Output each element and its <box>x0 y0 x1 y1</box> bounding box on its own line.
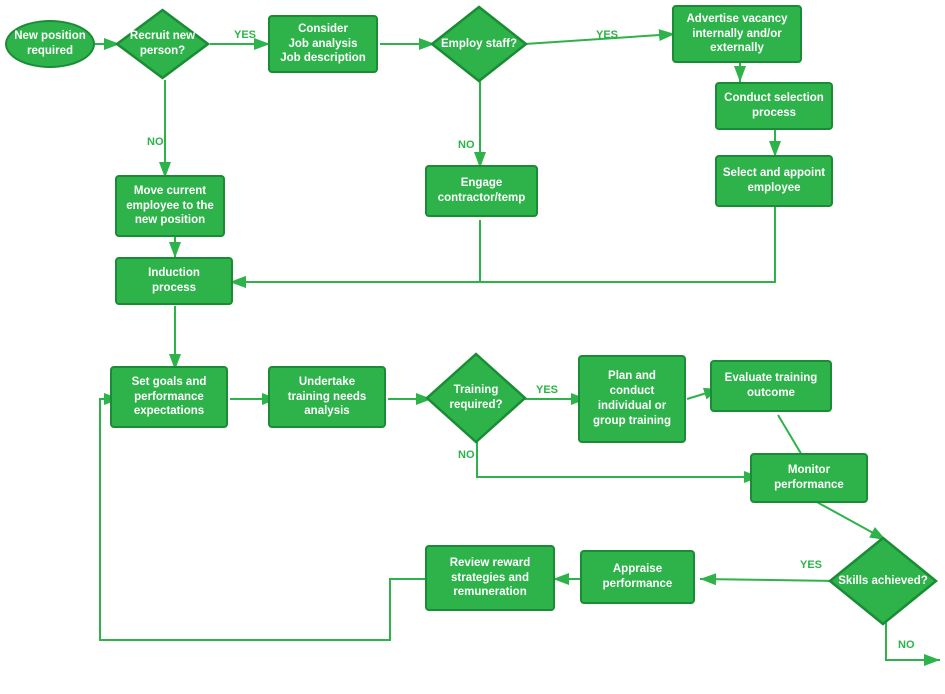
svg-text:YES: YES <box>596 29 618 41</box>
svg-text:NO: NO <box>898 639 915 651</box>
plan-training-node: Plan andconductindividual orgroup traini… <box>578 355 686 443</box>
move-employee-node: Move currentemployee to thenew position <box>115 175 225 237</box>
training-needs-node: Undertaketraining needsanalysis <box>268 366 386 428</box>
flowchart: YES NO YES NO YES NO YES NO New position… <box>0 0 945 694</box>
new-position-node: New position required <box>5 20 95 68</box>
svg-text:NO: NO <box>458 449 475 461</box>
svg-text:NO: NO <box>147 136 164 148</box>
engage-contractor-node: Engagecontractor/temp <box>425 165 538 217</box>
review-reward-node: Review rewardstrategies andremuneration <box>425 545 555 611</box>
employ-staff-node: Employ staff? <box>430 5 528 83</box>
appraise-performance-node: Appraiseperformance <box>580 550 695 604</box>
monitor-performance-node: Monitorperformance <box>750 453 868 503</box>
consider-job-node: ConsiderJob analysisJob description <box>268 15 378 73</box>
recruit-new-node: Recruit newperson? <box>115 8 210 80</box>
svg-text:YES: YES <box>234 29 256 41</box>
advertise-node: Advertise vacancyinternally and/orextern… <box>672 5 802 63</box>
induction-process-node: Inductionprocess <box>115 257 233 305</box>
set-goals-node: Set goals andperformanceexpectations <box>110 366 228 428</box>
training-required-node: Trainingrequired? <box>425 352 527 444</box>
svg-text:YES: YES <box>800 559 822 571</box>
select-appoint-node: Select and appointemployee <box>715 155 833 207</box>
svg-text:YES: YES <box>536 384 558 396</box>
svg-text:NO: NO <box>458 139 475 151</box>
conduct-selection-node: Conduct selectionprocess <box>715 82 833 130</box>
skills-achieved-node: Skills achieved? <box>828 536 938 626</box>
evaluate-training-node: Evaluate trainingoutcome <box>710 360 832 412</box>
